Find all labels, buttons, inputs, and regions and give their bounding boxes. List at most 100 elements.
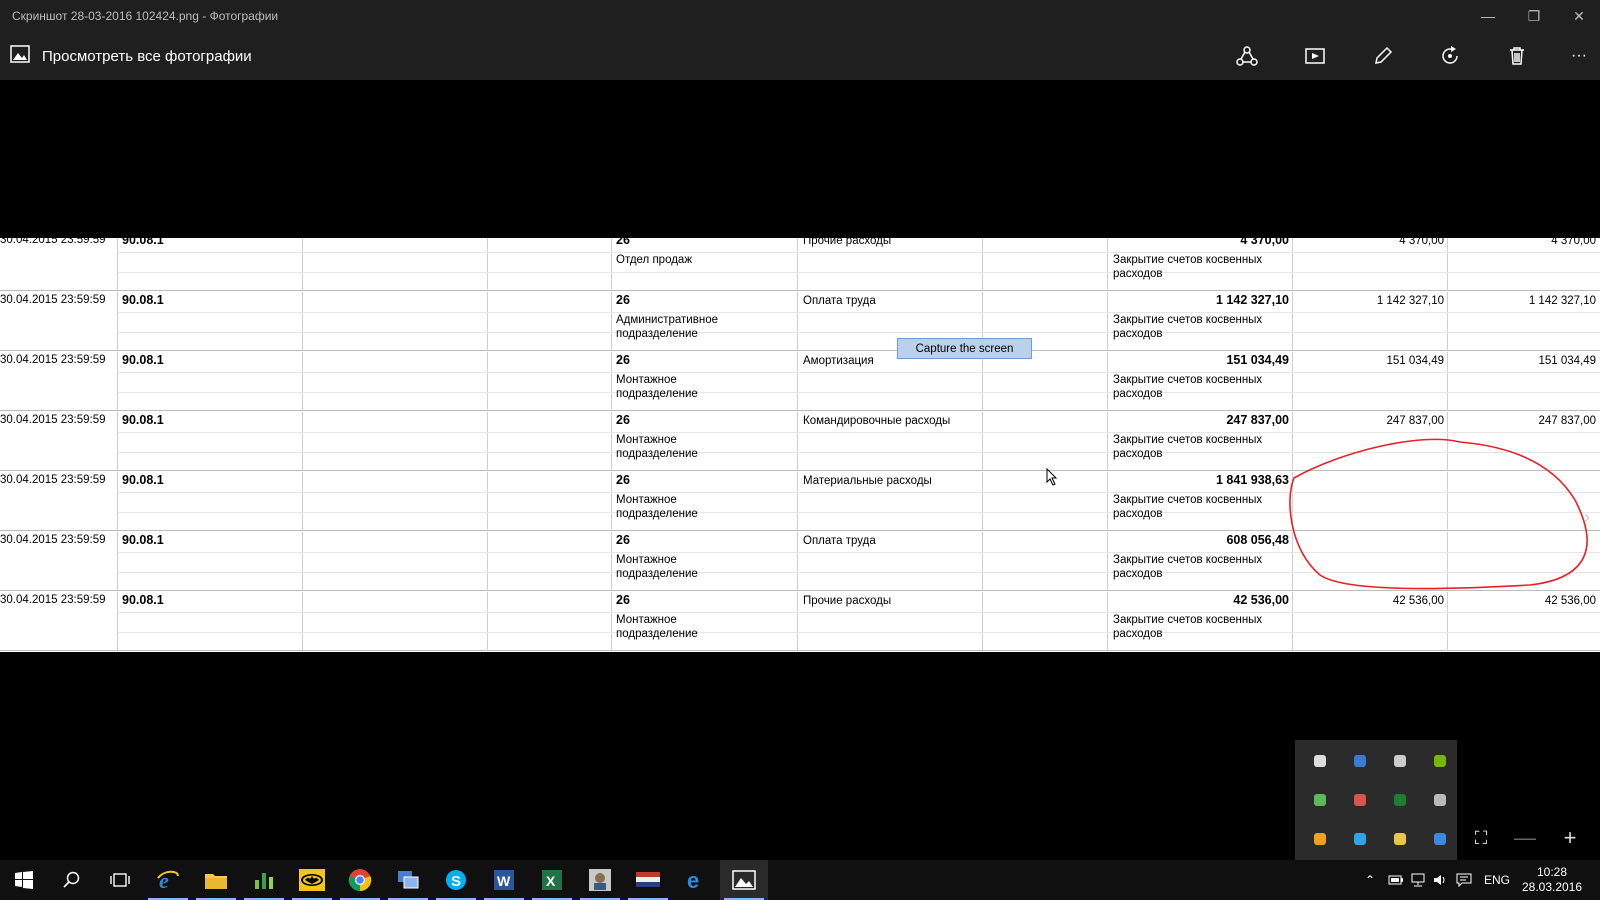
svg-text:e: e [687, 868, 699, 892]
table-row: 30.04.2015 23:59:59 90.08.1 26 Монтажное по… [0, 412, 1600, 471]
network-icon[interactable] [1410, 860, 1426, 900]
app-icon[interactable] [1309, 828, 1331, 850]
language-indicator[interactable]: ENG [1484, 860, 1510, 900]
table-row: 30.04.2015 23:59:59 90.08.1 26 Администрати… [0, 292, 1600, 351]
more-icon[interactable]: ··· [1565, 42, 1593, 70]
expense-cell: Материальные расходы [803, 475, 932, 487]
slideshow-icon[interactable] [1301, 42, 1329, 70]
app-icon[interactable] [576, 860, 624, 900]
search-icon[interactable] [48, 860, 96, 900]
usb-icon[interactable] [1309, 750, 1331, 772]
minimize-button[interactable]: — [1465, 0, 1511, 32]
next-photo-icon[interactable]: › [1584, 507, 1590, 528]
department-cell: Монтажное подразделение [616, 494, 698, 520]
date-cell: 30.04.2015 23:59:59 [0, 238, 106, 246]
code-cell: 26 [616, 533, 630, 547]
paint-icon[interactable] [1389, 828, 1411, 850]
file-explorer-icon[interactable] [192, 860, 240, 900]
expense-cell: Командировочные расходы [803, 415, 951, 427]
account-cell: 90.08.1 [122, 473, 164, 487]
code-cell: 26 [616, 593, 630, 607]
close-button[interactable]: ✕ [1556, 0, 1600, 32]
amount-cell: 1 142 327,10 [1216, 293, 1289, 307]
clock[interactable]: 10:28 28.03.2016 [1517, 865, 1587, 895]
taskbar: e S W X e ⌃ ENG 10:28 28.03.2016 [0, 860, 1600, 900]
note-cell: Закрытие счетов косвенных расходов [1113, 374, 1263, 400]
department-cell: Монтажное подразделение [616, 434, 698, 460]
account-cell: 90.08.1 [122, 293, 164, 307]
printer-icon[interactable] [1389, 750, 1411, 772]
mouse-cursor-icon [1046, 468, 1058, 486]
photos-icon[interactable] [720, 860, 768, 900]
nvidia-icon[interactable] [1429, 750, 1451, 772]
expense-cell: Прочие расходы [803, 595, 892, 607]
date-cell: 30.04.2015 23:59:59 [0, 414, 106, 426]
view-all-photos-label: Просмотреть все фотографии [42, 47, 252, 65]
view-all-photos-button[interactable]: Просмотреть все фотографии [10, 44, 252, 68]
edge-icon[interactable]: e [672, 860, 720, 900]
amount-cell-3: 4 370,00 [1551, 238, 1596, 247]
fit-to-screen-icon[interactable]: ⛶ [1466, 823, 1496, 853]
amount-cell: 608 056,48 [1226, 533, 1289, 547]
show-hidden-icons-icon[interactable]: ⌃ [1365, 860, 1375, 900]
skype-icon[interactable]: S [432, 860, 480, 900]
crop-icon[interactable] [1429, 828, 1451, 850]
code-cell: 26 [616, 238, 630, 247]
account-cell: 90.08.1 [122, 593, 164, 607]
amount-cell-2: 151 034,49 [1386, 355, 1444, 367]
expense-cell: Амортизация [803, 355, 874, 367]
word-icon[interactable]: W [480, 860, 528, 900]
excel-icon[interactable]: X [528, 860, 576, 900]
cloud-icon[interactable] [1429, 789, 1451, 811]
code-cell: 26 [616, 353, 630, 367]
date-cell: 30.04.2015 23:59:59 [0, 354, 106, 366]
table-row: 30.04.2015 23:59:59 90.08.1 26 Монтажное по… [0, 472, 1600, 531]
chrome-icon[interactable] [336, 860, 384, 900]
clock-time: 10:28 [1536, 865, 1568, 879]
card-icon[interactable] [1349, 789, 1371, 811]
delete-icon[interactable] [1503, 42, 1531, 70]
internet-explorer-icon[interactable]: e [144, 860, 192, 900]
amount-cell: 151 034,49 [1226, 353, 1289, 367]
batman-app-icon[interactable] [288, 860, 336, 900]
action-center-icon[interactable] [1456, 860, 1472, 900]
date-cell: 30.04.2015 23:59:59 [0, 294, 106, 306]
network-app-icon[interactable] [384, 860, 432, 900]
app-icon[interactable] [1349, 750, 1371, 772]
window-title: Скриншот 28-03-2016 102424.png - Фотогра… [12, 9, 279, 23]
edit-icon[interactable] [1369, 42, 1397, 70]
amount-cell: 1 841 938,63 [1216, 473, 1289, 487]
amount-cell-2: 247 837,00 [1386, 415, 1444, 427]
rotate-icon[interactable] [1436, 42, 1464, 70]
volume-icon[interactable] [1432, 860, 1448, 900]
globe-icon[interactable] [1349, 828, 1371, 850]
date-cell: 30.04.2015 23:59:59 [0, 594, 106, 606]
svg-text:S: S [451, 873, 461, 890]
tray-overflow-popup [1295, 740, 1457, 860]
flag-app-icon[interactable] [624, 860, 672, 900]
zoom-in-icon[interactable]: + [1555, 823, 1585, 853]
code-cell: 26 [616, 473, 630, 487]
app-icon[interactable] [240, 860, 288, 900]
zoom-out-icon[interactable]: — [1510, 823, 1540, 853]
department-cell: Административное подразделение [616, 314, 718, 340]
task-view-icon[interactable] [96, 860, 144, 900]
department-cell: Отдел продаж [616, 254, 693, 266]
table-row: 30.04.2015 23:59:59 90.08.1 26 Монтажное по… [0, 592, 1600, 651]
amount-cell-2: 1 142 327,10 [1376, 295, 1444, 307]
share-icon[interactable] [1233, 42, 1261, 70]
battery-icon[interactable] [1388, 860, 1404, 900]
account-cell: 90.08.1 [122, 353, 164, 367]
capture-screen-button[interactable]: Capture the screen [897, 338, 1032, 359]
app-toolbar: Просмотреть все фотографии ··· [0, 32, 1600, 80]
nr-icon[interactable] [1389, 789, 1411, 811]
clock-date: 28.03.2016 [1521, 880, 1583, 894]
note-cell: Закрытие счетов косвенных расходов [1113, 614, 1263, 640]
start-icon[interactable] [0, 860, 48, 900]
amount-cell-3: 42 536,00 [1544, 595, 1596, 607]
account-cell: 90.08.1 [122, 533, 164, 547]
restore-button[interactable]: ❐ [1511, 0, 1557, 32]
note-cell: Закрытие счетов косвенных расходов [1113, 314, 1263, 340]
leaf-icon[interactable] [1309, 789, 1331, 811]
photos-icon [10, 44, 30, 68]
